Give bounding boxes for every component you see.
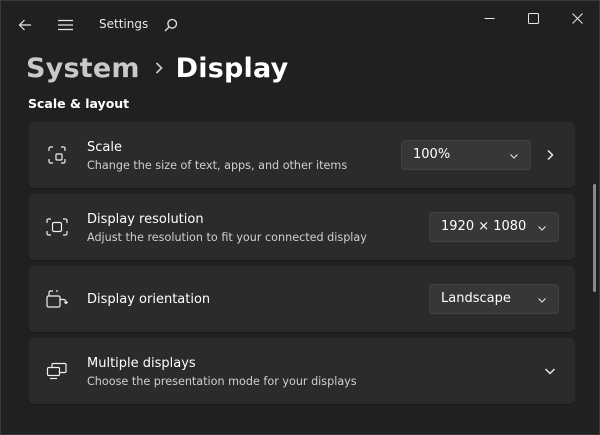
vertical-scrollbar[interactable]	[593, 184, 596, 292]
orientation-dropdown-value: Landscape	[441, 291, 511, 306]
scale-icon	[46, 144, 68, 166]
search-icon	[164, 18, 178, 32]
resolution-dropdown-value: 1920 × 1080	[441, 219, 527, 234]
multiple-displays-icon	[46, 360, 68, 382]
chevron-down-icon	[538, 226, 546, 231]
breadcrumb: System Display	[26, 48, 288, 88]
search-button[interactable]	[157, 11, 185, 39]
settings-window: Settings System Display Scale & layout S…	[0, 0, 600, 435]
display-orientation-card: Display orientation Landscape	[29, 266, 575, 332]
resolution-title: Display resolution	[87, 212, 204, 227]
maximize-icon	[527, 12, 539, 24]
hamburger-menu-icon	[57, 19, 73, 31]
title-bar: Settings	[1, 1, 599, 49]
minimize-icon	[484, 17, 494, 19]
navigation-menu-button[interactable]	[51, 11, 79, 39]
chevron-right-icon	[154, 61, 164, 75]
section-heading: Scale & layout	[28, 96, 130, 111]
close-button[interactable]	[555, 1, 599, 35]
app-title: Settings	[99, 17, 149, 31]
chevron-right-icon[interactable]	[543, 148, 557, 162]
chevron-down-icon	[538, 298, 546, 303]
resolution-description: Adjust the resolution to fit your connec…	[87, 231, 367, 244]
chevron-down-icon[interactable]	[543, 364, 557, 378]
scale-card[interactable]: Scale Change the size of text, apps, and…	[29, 122, 575, 188]
scale-dropdown[interactable]: 100%	[401, 140, 531, 170]
orientation-title: Display orientation	[87, 292, 211, 307]
scale-description: Change the size of text, apps, and other…	[87, 159, 348, 172]
maximize-button[interactable]	[511, 1, 555, 35]
orientation-dropdown[interactable]: Landscape	[429, 284, 559, 314]
multiple-displays-title: Multiple displays	[87, 356, 196, 371]
chevron-down-icon	[510, 154, 518, 159]
close-icon	[571, 12, 583, 24]
minimize-button[interactable]	[467, 1, 511, 35]
scale-title: Scale	[87, 140, 122, 155]
breadcrumb-system-link[interactable]: System	[26, 53, 140, 84]
multiple-displays-description: Choose the presentation mode for your di…	[87, 375, 357, 388]
back-arrow-icon	[18, 19, 31, 31]
resolution-icon	[46, 216, 68, 238]
scale-dropdown-value: 100%	[413, 147, 451, 162]
orientation-icon	[46, 288, 68, 310]
resolution-dropdown[interactable]: 1920 × 1080	[429, 212, 559, 242]
page-title: Display	[175, 52, 289, 84]
display-resolution-card: Display resolution Adjust the resolution…	[29, 194, 575, 260]
back-button[interactable]	[11, 11, 39, 39]
multiple-displays-card[interactable]: Multiple displays Choose the presentatio…	[29, 338, 575, 404]
